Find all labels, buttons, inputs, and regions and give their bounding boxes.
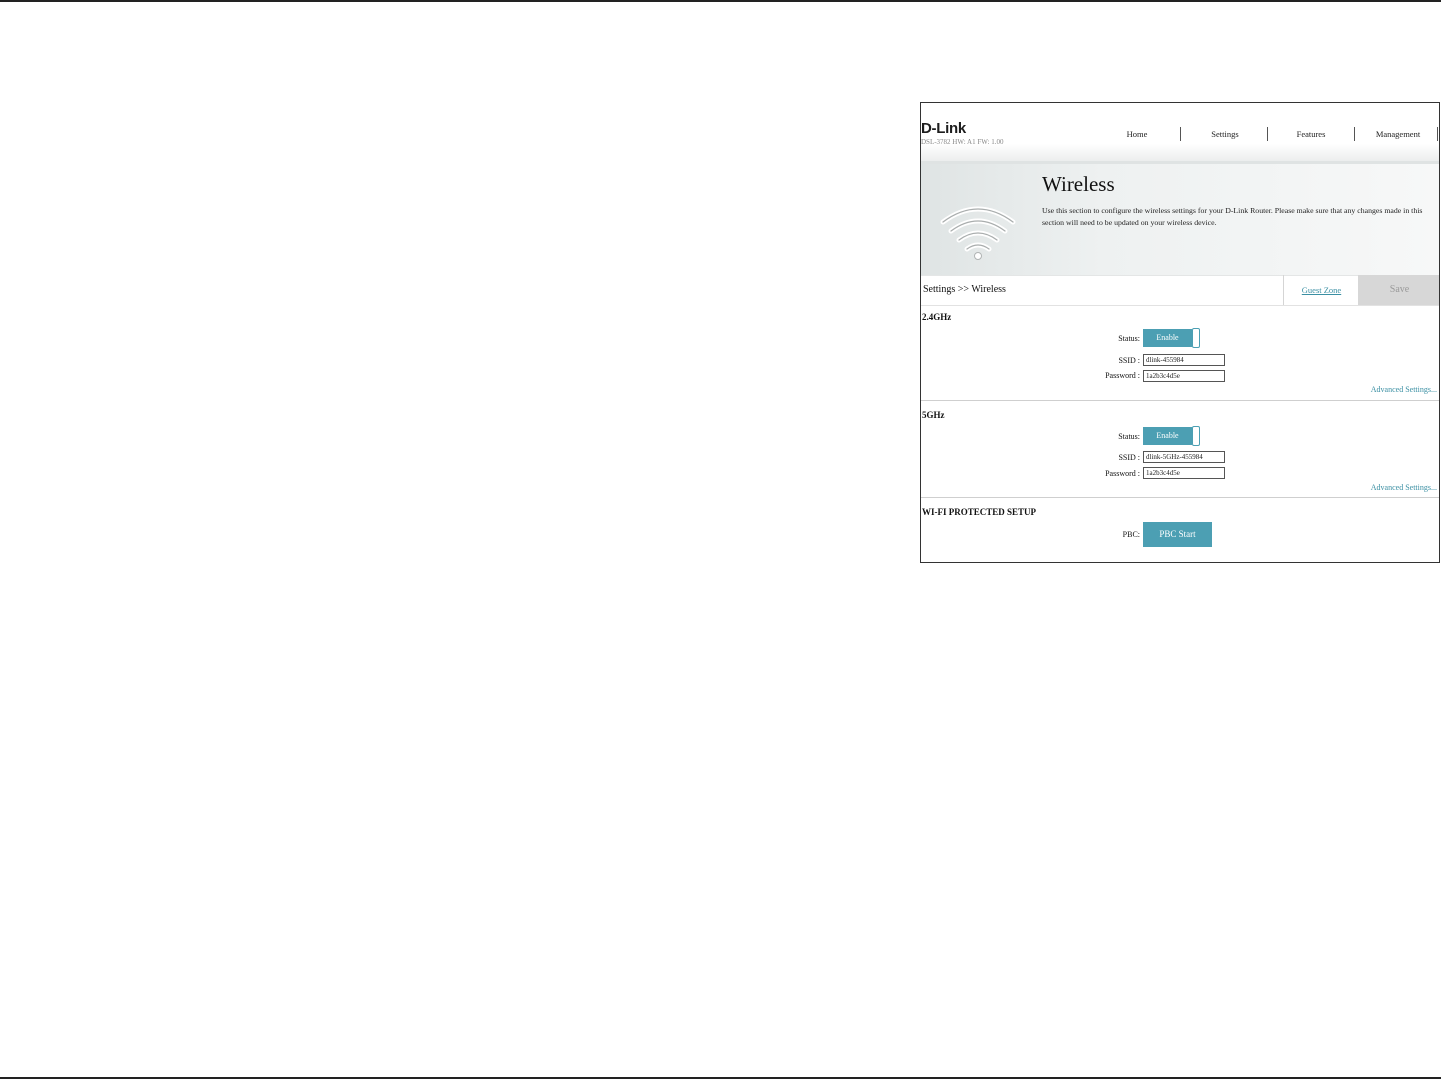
- save-button[interactable]: Save: [1358, 275, 1439, 305]
- toggle-state-label: Enable: [1143, 329, 1192, 347]
- pbc-label: PBC:: [1122, 530, 1140, 539]
- pbc-start-button[interactable]: PBC Start: [1143, 522, 1212, 547]
- ssid-label: SSID :: [1118, 356, 1140, 365]
- section-divider: [921, 400, 1439, 401]
- page-top-rule: [0, 0, 1441, 2]
- status-label: Status:: [1118, 432, 1140, 441]
- page-bottom-rule: [0, 1077, 1441, 1079]
- wifi-icon: [940, 206, 1016, 260]
- nav-divider: [1180, 127, 1181, 141]
- ssid-input-5ghz[interactable]: [1143, 451, 1225, 463]
- breadcrumb: Settings >> Wireless: [923, 284, 1006, 295]
- toggle-knob: [1192, 328, 1200, 348]
- status-label: Status:: [1118, 334, 1140, 343]
- password-label: Password :: [1105, 469, 1140, 478]
- section-title-24ghz: 2.4GHz: [922, 312, 952, 322]
- model-info: DSL-3782 HW: A1 FW: 1.00: [921, 138, 1004, 146]
- nav-divider: [1354, 127, 1355, 141]
- guest-zone-link[interactable]: Guest Zone: [1283, 275, 1359, 305]
- advanced-settings-link-24ghz[interactable]: Advanced Settings...: [1371, 385, 1437, 394]
- nav-features[interactable]: Features: [1285, 129, 1337, 139]
- status-toggle-5ghz[interactable]: Enable: [1143, 426, 1201, 446]
- nav-home[interactable]: Home: [1111, 129, 1163, 139]
- wireless-banner: Wireless Use this section to configure t…: [921, 164, 1439, 276]
- dlink-logo: D-Link: [921, 120, 966, 137]
- section-divider: [921, 497, 1439, 498]
- nav-settings[interactable]: Settings: [1199, 129, 1251, 139]
- password-label: Password :: [1105, 371, 1140, 380]
- nav-divider: [1267, 127, 1268, 141]
- section-title-5ghz: 5GHz: [922, 410, 945, 420]
- ssid-input-24ghz[interactable]: [1143, 354, 1225, 366]
- nav-management[interactable]: Management: [1368, 129, 1428, 139]
- password-input-5ghz[interactable]: [1143, 467, 1225, 479]
- advanced-settings-link-5ghz[interactable]: Advanced Settings...: [1371, 483, 1437, 492]
- toggle-state-label: Enable: [1143, 427, 1192, 445]
- breadcrumb-bar: Settings >> Wireless Guest Zone Save: [921, 275, 1439, 306]
- password-input-24ghz[interactable]: [1143, 370, 1225, 382]
- router-ui-screenshot: D-Link DSL-3782 HW: A1 FW: 1.00 Home Set…: [920, 102, 1440, 563]
- section-title-wps: WI-FI PROTECTED SETUP: [922, 507, 1037, 517]
- ssid-label: SSID :: [1118, 453, 1140, 462]
- page-title: Wireless: [1042, 172, 1115, 196]
- status-toggle-24ghz[interactable]: Enable: [1143, 328, 1201, 348]
- page-description: Use this section to configure the wirele…: [1042, 206, 1423, 227]
- toggle-knob: [1192, 426, 1200, 446]
- nav-divider: [1437, 127, 1438, 141]
- top-header: D-Link DSL-3782 HW: A1 FW: 1.00 Home Set…: [921, 103, 1439, 164]
